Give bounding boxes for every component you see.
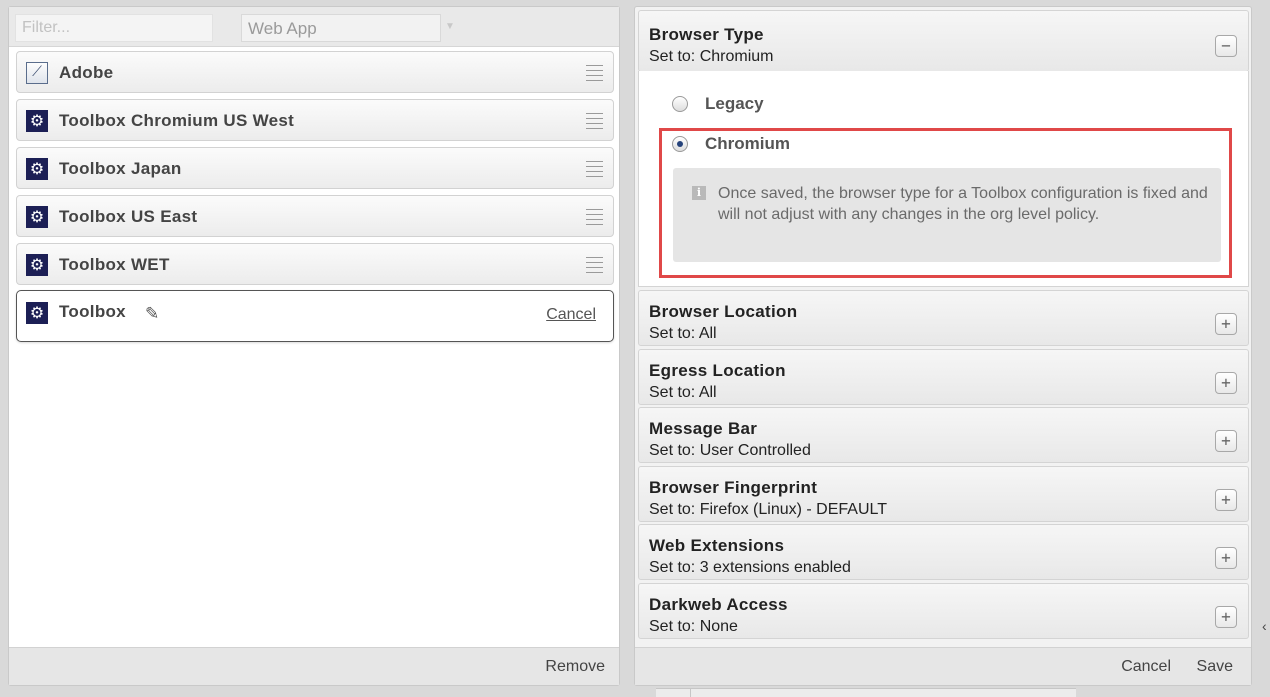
- expand-icon[interactable]: +: [1215, 606, 1237, 628]
- section-message-bar[interactable]: Message Bar Set to: User Controlled +: [638, 407, 1249, 463]
- app-item-toolbox-us-east[interactable]: ⚙ Toolbox US East: [16, 195, 614, 237]
- background-strip: [656, 688, 1076, 697]
- expand-icon[interactable]: +: [1215, 489, 1237, 511]
- section-title: Egress Location: [649, 361, 786, 380]
- section-darkweb-access[interactable]: Darkweb Access Set to: None +: [638, 583, 1249, 639]
- app-item-label: Toolbox US East: [59, 207, 198, 226]
- app-item-label: Toolbox WET: [59, 255, 170, 274]
- background-divider: [690, 688, 691, 697]
- app-item-adobe[interactable]: ⟋ Adobe: [16, 51, 614, 93]
- collapse-icon[interactable]: −: [1215, 35, 1237, 57]
- settings-panel: Browser Type Set to: Chromium − Legacy C…: [634, 6, 1252, 686]
- gear-icon: ⚙: [26, 110, 48, 132]
- section-browser-location[interactable]: Browser Location Set to: All +: [638, 290, 1249, 346]
- app-item-label: Toolbox Japan: [59, 159, 182, 178]
- gear-icon: ⚙: [26, 302, 48, 324]
- expand-icon[interactable]: +: [1215, 430, 1237, 452]
- app-item-label: Toolbox: [59, 302, 126, 321]
- cancel-edit-link[interactable]: Cancel: [546, 306, 596, 324]
- app-type-select[interactable]: Web App: [241, 14, 441, 42]
- section-web-extensions[interactable]: Web Extensions Set to: 3 extensions enab…: [638, 524, 1249, 580]
- expand-icon[interactable]: +: [1215, 372, 1237, 394]
- cancel-button[interactable]: Cancel: [1121, 658, 1171, 676]
- info-text: Once saved, the browser type for a Toolb…: [718, 185, 1208, 223]
- filter-input[interactable]: [15, 14, 213, 42]
- save-button[interactable]: Save: [1197, 658, 1233, 676]
- browser-type-options: Legacy Chromium i Once saved, the browse…: [638, 71, 1249, 287]
- expand-icon[interactable]: +: [1215, 547, 1237, 569]
- section-title: Darkweb Access: [649, 595, 788, 614]
- section-title: Web Extensions: [649, 536, 785, 555]
- section-subtitle: Set to: All: [649, 384, 717, 401]
- pencil-icon[interactable]: ✎: [145, 304, 159, 324]
- filter-bar: Web App ▼: [9, 7, 619, 47]
- app-item-toolbox-editing[interactable]: ⚙ Toolbox ✎ Cancel: [16, 290, 614, 342]
- section-subtitle: Set to: Chromium: [649, 48, 774, 65]
- section-subtitle: Set to: Firefox (Linux) - DEFAULT: [649, 501, 887, 518]
- gear-icon: ⚙: [26, 158, 48, 180]
- left-footer: Remove: [9, 647, 619, 685]
- drag-handle-icon[interactable]: [586, 257, 603, 273]
- radio-legacy[interactable]: Legacy: [672, 94, 764, 114]
- app-item-toolbox-japan[interactable]: ⚙ Toolbox Japan: [16, 147, 614, 189]
- section-title: Browser Type: [649, 25, 764, 44]
- right-footer: Cancel Save: [635, 647, 1251, 685]
- section-subtitle: Set to: All: [649, 325, 717, 342]
- drag-handle-icon[interactable]: [586, 113, 603, 129]
- section-subtitle: Set to: User Controlled: [649, 442, 811, 459]
- drag-handle-icon[interactable]: [586, 161, 603, 177]
- adobe-app-icon: ⟋: [26, 62, 48, 84]
- gear-icon: ⚙: [26, 206, 48, 228]
- edge-glyph: ‹: [1262, 618, 1267, 634]
- app-item-label: Adobe: [59, 63, 114, 82]
- section-egress-location[interactable]: Egress Location Set to: All +: [638, 349, 1249, 405]
- radio-button[interactable]: [672, 96, 688, 112]
- section-title: Message Bar: [649, 419, 758, 438]
- app-list-panel: Web App ▼ ⟋ Adobe ⚙ Toolbox Chromium US …: [8, 6, 620, 686]
- app-item-toolbox-chromium-us-west[interactable]: ⚙ Toolbox Chromium US West: [16, 99, 614, 141]
- drag-handle-icon[interactable]: [586, 209, 603, 225]
- drag-handle-icon[interactable]: [586, 65, 603, 81]
- section-browser-fingerprint[interactable]: Browser Fingerprint Set to: Firefox (Lin…: [638, 466, 1249, 522]
- section-subtitle: Set to: 3 extensions enabled: [649, 559, 851, 576]
- section-title: Browser Fingerprint: [649, 478, 818, 497]
- section-browser-type[interactable]: Browser Type Set to: Chromium −: [638, 10, 1249, 72]
- section-title: Browser Location: [649, 302, 798, 321]
- radio-label: Legacy: [705, 94, 764, 113]
- info-note: i Once saved, the browser type for a Too…: [673, 168, 1221, 262]
- gear-icon: ⚙: [26, 254, 48, 276]
- app-item-toolbox-wet[interactable]: ⚙ Toolbox WET: [16, 243, 614, 285]
- app-item-label: Toolbox Chromium US West: [59, 111, 295, 130]
- remove-button[interactable]: Remove: [545, 658, 605, 676]
- expand-icon[interactable]: +: [1215, 313, 1237, 335]
- info-icon: i: [692, 186, 706, 200]
- chevron-down-icon[interactable]: ▼: [445, 21, 455, 32]
- section-subtitle: Set to: None: [649, 618, 738, 635]
